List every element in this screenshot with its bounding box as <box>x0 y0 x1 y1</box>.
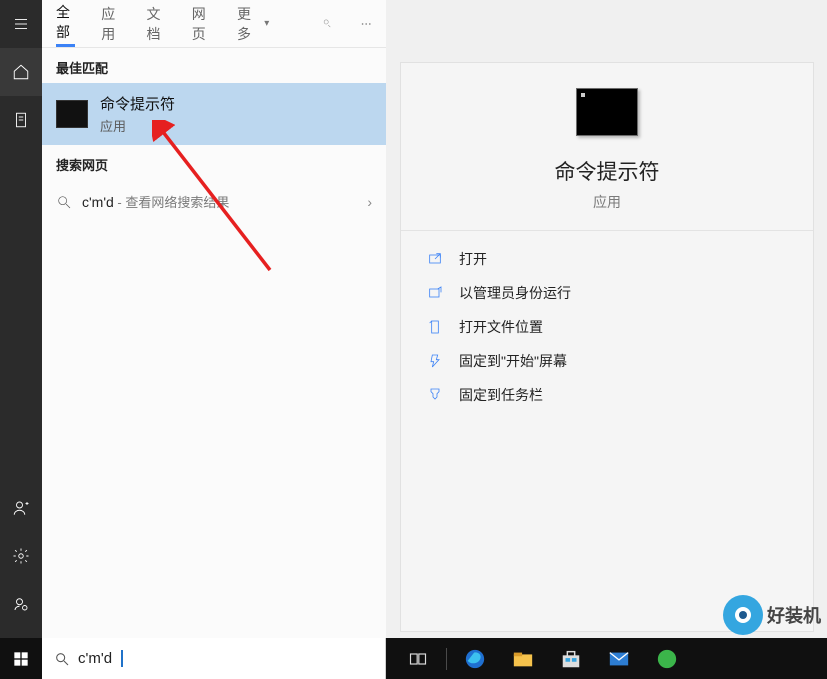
section-best-match: 最佳匹配 <box>42 48 386 83</box>
search-tabs: 全部 应用 文档 网页 更多 ▾ <box>42 0 386 48</box>
gear-icon[interactable] <box>0 532 42 580</box>
watermark-text: 好装机 <box>767 602 821 628</box>
store-icon[interactable] <box>547 638 595 679</box>
web-hint: - 查看网络搜索结果 <box>114 195 230 210</box>
tab-docs[interactable]: 文档 <box>147 0 166 47</box>
cmd-thumbnail-icon <box>56 100 88 128</box>
start-button[interactable] <box>0 638 42 679</box>
tab-more[interactable]: 更多 <box>237 0 256 47</box>
text-caret <box>121 650 123 667</box>
start-left-rail <box>0 0 42 638</box>
pin-start-icon <box>427 353 443 369</box>
action-label: 固定到"开始"屏幕 <box>459 351 567 371</box>
action-run-admin[interactable]: 以管理员身份运行 <box>427 283 787 303</box>
taskbar-search-box[interactable]: c'm'd <box>42 638 386 679</box>
detail-title: 命令提示符 <box>555 156 660 186</box>
tab-apps[interactable]: 应用 <box>101 0 120 47</box>
action-label: 固定到任务栏 <box>459 385 543 405</box>
folder-location-icon <box>427 319 443 335</box>
web-query: c'm'd <box>82 194 114 210</box>
tab-all[interactable]: 全部 <box>56 0 75 47</box>
action-pin-taskbar[interactable]: 固定到任务栏 <box>427 385 787 405</box>
action-open[interactable]: 打开 <box>427 249 787 269</box>
action-label: 打开 <box>459 249 487 269</box>
file-explorer-icon[interactable] <box>499 638 547 679</box>
search-icon <box>56 194 72 210</box>
action-label: 以管理员身份运行 <box>459 283 571 303</box>
result-subtitle: 应用 <box>100 116 175 135</box>
result-title: 命令提示符 <box>100 93 175 114</box>
detail-type: 应用 <box>593 192 621 212</box>
document-icon[interactable] <box>0 96 42 144</box>
edge-browser-icon[interactable] <box>451 638 499 679</box>
search-results-panel: 全部 应用 文档 网页 更多 ▾ 最佳匹配 命令提示符 应用 搜索网页 c'm'… <box>42 0 386 638</box>
result-detail-panel: 命令提示符 应用 打开 以管理员身份运行 打开文件位置 固定到"开始"屏幕 固定… <box>400 62 814 632</box>
action-label: 打开文件位置 <box>459 317 543 337</box>
app-green-icon[interactable] <box>643 638 691 679</box>
pin-taskbar-icon <box>427 387 443 403</box>
taskbar: c'm'd <box>0 638 827 679</box>
app-large-thumbnail-icon <box>576 88 638 136</box>
watermark: 好装机 <box>723 595 821 635</box>
shield-icon <box>427 285 443 301</box>
open-icon <box>427 251 443 267</box>
action-open-location[interactable]: 打开文件位置 <box>427 317 787 337</box>
home-icon[interactable] <box>0 48 42 96</box>
more-options-icon[interactable] <box>360 15 372 33</box>
section-search-web: 搜索网页 <box>42 145 386 180</box>
mail-icon[interactable] <box>595 638 643 679</box>
tab-web[interactable]: 网页 <box>192 0 211 47</box>
search-icon <box>54 651 70 667</box>
task-view-icon[interactable] <box>394 638 442 679</box>
watermark-logo-icon <box>723 595 763 635</box>
person-add-icon[interactable] <box>0 484 42 532</box>
result-item-cmd[interactable]: 命令提示符 应用 <box>42 83 386 145</box>
power-icon[interactable] <box>0 580 42 628</box>
taskbar-separator <box>446 648 447 670</box>
chevron-down-icon: ▾ <box>264 18 269 29</box>
feedback-icon[interactable] <box>321 15 333 33</box>
search-input-value: c'm'd <box>78 650 112 667</box>
chevron-right-icon: › <box>367 194 372 210</box>
web-search-row[interactable]: c'm'd - 查看网络搜索结果 › <box>42 180 386 224</box>
hamburger-icon[interactable] <box>0 0 42 48</box>
action-pin-start[interactable]: 固定到"开始"屏幕 <box>427 351 787 371</box>
